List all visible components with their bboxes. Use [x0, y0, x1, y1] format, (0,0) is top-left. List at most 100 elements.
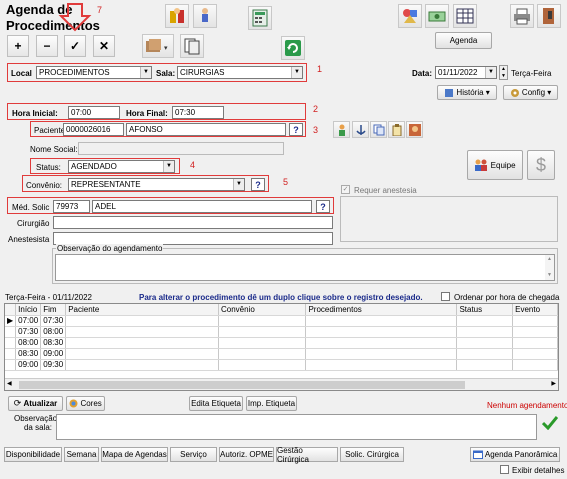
scrollbar[interactable]: ▲ ▼ — [545, 255, 554, 280]
scroll-left-icon[interactable]: ◀ — [7, 380, 12, 387]
date-spinner[interactable]: ▲ ▼ — [499, 65, 508, 80]
convenio-search-button[interactable]: ? — [251, 178, 265, 191]
config-button[interactable]: Config ▾ — [503, 85, 558, 100]
copy-icon[interactable] — [370, 121, 387, 138]
atualizar-button[interactable]: ⟳ Atualizar — [8, 396, 63, 411]
table-row[interactable]: 08:30 09:00 — [5, 348, 558, 360]
table-icon[interactable] — [453, 4, 477, 28]
paciente-name-input[interactable]: AFONSO — [126, 123, 286, 136]
mapa-agendas-button[interactable]: Mapa de Agendas — [101, 447, 168, 462]
annotation-2: 2 — [313, 104, 319, 114]
data-label: Data: — [412, 69, 433, 78]
semana-button[interactable]: Semana — [64, 447, 99, 462]
exibir-detalhes-checkbox[interactable] — [500, 465, 509, 474]
exibir-detalhes-label: Exibir detalhes — [512, 466, 565, 475]
annotation-4: 4 — [190, 160, 196, 170]
equipe-button[interactable]: Equipe — [467, 150, 523, 180]
status-select[interactable]: AGENDADO ▼ — [68, 160, 175, 173]
col-procedimentos[interactable]: Procedimentos — [305, 304, 458, 316]
local-select[interactable]: PROCEDIMENTOS ▼ — [36, 66, 152, 79]
folders-dropdown-icon[interactable]: ▾ — [142, 34, 174, 58]
horizontal-scrollbar[interactable]: ◀ ▶ — [5, 378, 558, 390]
col-fim[interactable]: Fim — [40, 304, 67, 316]
observacao-sala-label: Observação da sala: — [14, 414, 58, 432]
servico-button[interactable]: Serviço — [170, 447, 217, 462]
gestao-cirurgica-button[interactable]: Gestão Cirúrgica — [276, 446, 338, 464]
date-picker[interactable]: 01/11/2022 ▼ — [435, 66, 497, 79]
cirurgiao-input[interactable] — [53, 216, 333, 229]
remove-button[interactable]: − — [36, 35, 58, 57]
add-button[interactable]: + — [7, 35, 29, 57]
money-icon[interactable] — [425, 4, 449, 28]
cores-button[interactable]: Cores — [66, 396, 105, 411]
anestesia-panel — [340, 196, 558, 242]
annotation-5: 5 — [283, 177, 289, 187]
person-walk-icon[interactable] — [193, 4, 217, 28]
atualizar-label: Atualizar — [23, 399, 58, 408]
observacao-sala-input[interactable] — [56, 414, 537, 440]
cell-inicio: 09:00 — [15, 359, 42, 371]
convenio-label: Convênio: — [26, 181, 63, 190]
schedule-date-label: Terça-Feira - 01/11/2022 — [5, 293, 93, 302]
cancel-button[interactable]: ✕ — [93, 35, 115, 57]
sala-select[interactable]: CIRURGIAS ▼ — [177, 66, 303, 79]
clipboard-icon[interactable] — [388, 121, 405, 138]
edita-etiqueta-button[interactable]: Edita Etiqueta — [189, 396, 243, 411]
table-row[interactable]: 08:00 08:30 — [5, 337, 558, 349]
hora-final-input[interactable]: 07:30 — [172, 106, 224, 119]
med-solic-code-input[interactable]: 79973 — [53, 200, 90, 213]
imp-etiqueta-button[interactable]: Imp. Etiqueta — [246, 396, 297, 411]
anchor-icon[interactable] — [352, 121, 369, 138]
hora-inicial-label: Hora Inicial: — [12, 109, 58, 118]
nome-social-input[interactable] — [78, 142, 284, 155]
person-icon[interactable] — [333, 121, 350, 138]
table-row[interactable]: ▶ 07:00 07:30 — [5, 315, 558, 327]
save-observacao-button[interactable] — [541, 414, 559, 432]
historia-label: História — [456, 88, 484, 97]
col-evento[interactable]: Evento — [512, 304, 558, 316]
shapes-icon[interactable] — [398, 4, 422, 28]
scroll-right-icon[interactable]: ▶ — [551, 380, 556, 387]
requer-anestesia-checkbox[interactable]: ✓ — [341, 185, 350, 194]
observacao-agendamento-input[interactable]: ▲ ▼ — [55, 254, 555, 281]
chevron-down-icon: ▼ — [140, 67, 151, 78]
documents-icon[interactable] — [180, 34, 204, 58]
confirm-button[interactable]: ✓ — [64, 35, 86, 57]
col-inicio[interactable]: Início — [15, 304, 42, 316]
med-solic-name-input[interactable]: ADEL — [92, 200, 312, 213]
refresh-icon: ⟳ — [13, 398, 22, 408]
paciente-code-input[interactable]: 0000026016 — [63, 123, 124, 136]
patient-photo-icon[interactable] — [406, 121, 423, 138]
refresh-icon[interactable] — [281, 36, 305, 60]
scrollbar-thumb[interactable] — [19, 381, 465, 389]
row-indicator-header — [5, 304, 17, 316]
dollar-button[interactable]: $ — [527, 150, 555, 180]
table-row[interactable]: 09:00 09:30 — [5, 359, 558, 371]
exit-door-icon[interactable] — [537, 4, 561, 28]
patients-icon[interactable] — [165, 4, 189, 28]
col-paciente[interactable]: Paciente — [65, 304, 219, 316]
hora-inicial-input[interactable]: 07:00 — [68, 106, 120, 119]
team-icon — [475, 159, 488, 171]
check-icon — [542, 416, 558, 430]
ordenar-checkbox[interactable] — [441, 292, 450, 301]
agenda-panoramica-button[interactable]: Agenda Panorâmica — [470, 447, 560, 462]
chevron-down-icon: ▼ — [233, 179, 244, 190]
calculator-icon[interactable] — [248, 6, 272, 30]
convenio-select[interactable]: REPRESENTANTE ▼ — [68, 178, 245, 191]
convenio-value: REPRESENTANTE — [71, 180, 141, 189]
col-convenio[interactable]: Convênio — [218, 304, 307, 316]
printer-icon[interactable] — [510, 4, 534, 28]
paciente-search-button[interactable]: ? — [289, 123, 303, 136]
agenda-button[interactable]: Agenda — [435, 32, 492, 49]
historia-button[interactable]: História ▾ — [437, 85, 497, 100]
table-row[interactable]: 07:30 08:00 — [5, 326, 558, 338]
autoriz-opme-button[interactable]: Autoriz. OPME — [219, 447, 274, 462]
col-status[interactable]: Status — [456, 304, 514, 316]
disponibilidade-button[interactable]: Disponibilidade — [4, 447, 62, 462]
solic-cirurgica-button[interactable]: Solic. Cirúrgica — [340, 447, 404, 462]
med-solic-search-button[interactable]: ? — [316, 200, 330, 213]
weekday-label: Terça-Feira — [511, 69, 552, 78]
annotation-1: 1 — [317, 64, 323, 74]
chevron-down-icon: ▼ — [485, 67, 496, 78]
